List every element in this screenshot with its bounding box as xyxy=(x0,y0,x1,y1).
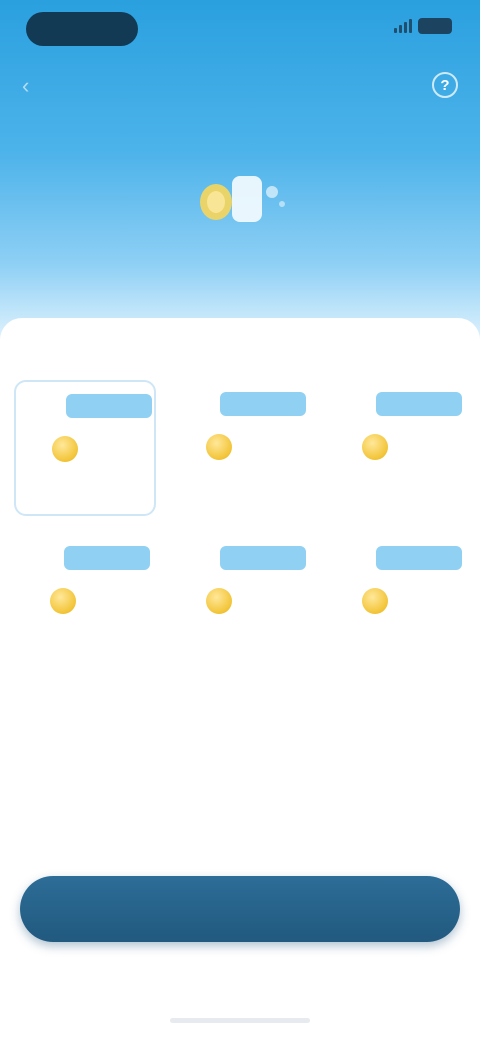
package-label xyxy=(220,546,306,570)
battery-icon xyxy=(418,18,452,34)
gold-coin-icon xyxy=(52,436,78,462)
info-icon[interactable]: ? xyxy=(432,72,458,98)
status-icons xyxy=(394,18,452,34)
package-card[interactable] xyxy=(14,534,156,670)
coin-stack-icon xyxy=(200,176,285,222)
package-card[interactable] xyxy=(170,380,312,516)
gold-coin-icon xyxy=(362,588,388,614)
gold-coin-icon xyxy=(362,434,388,460)
status-bar xyxy=(0,0,480,60)
package-card[interactable] xyxy=(326,534,468,670)
gold-coin-icon xyxy=(206,434,232,460)
header: ‹ ? xyxy=(0,64,480,108)
package-label xyxy=(66,394,152,418)
signal-icon xyxy=(394,19,412,33)
status-time-pill xyxy=(26,12,138,46)
gold-coin-icon xyxy=(50,588,76,614)
package-label xyxy=(376,392,462,416)
package-label xyxy=(64,546,150,570)
package-grid xyxy=(14,380,468,670)
gold-coin-icon xyxy=(206,588,232,614)
package-card[interactable] xyxy=(14,380,156,516)
package-card[interactable] xyxy=(170,534,312,670)
recharge-screen: ‹ ? xyxy=(0,0,480,1040)
packages-panel xyxy=(0,318,480,1040)
back-arrow-icon[interactable]: ‹ xyxy=(22,74,46,98)
package-card[interactable] xyxy=(326,380,468,516)
recharge-button[interactable] xyxy=(20,876,460,942)
package-label xyxy=(220,392,306,416)
home-indicator xyxy=(170,1018,310,1023)
package-label xyxy=(376,546,462,570)
